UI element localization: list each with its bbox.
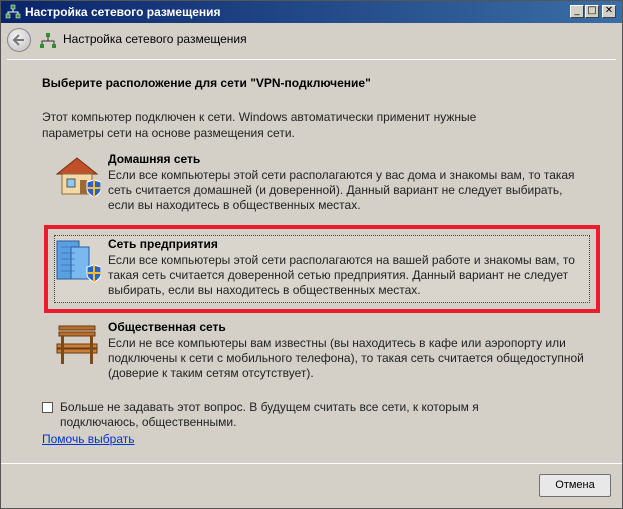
cancel-button[interactable]: Отмена — [539, 474, 611, 497]
help-me-choose-link[interactable]: Помочь выбрать — [42, 432, 135, 446]
footer-divider — [1, 463, 622, 464]
option-description: Если все компьютеры этой сети располагаю… — [108, 253, 575, 297]
network-icon — [39, 32, 57, 54]
back-arrow-icon — [12, 34, 24, 46]
network-location-window: Настройка сетевого размещения _ □ ✕ Наст… — [0, 0, 623, 509]
nav-title: Настройка сетевого размещения — [63, 32, 247, 46]
option-home-network[interactable]: Домашняя сеть Если все компьютеры этой с… — [53, 152, 593, 212]
close-button[interactable]: ✕ — [602, 5, 616, 18]
option-title: Общественная сеть — [108, 320, 226, 334]
bench-icon — [53, 320, 101, 372]
option-description: Если не все компьютеры вам известны (вы … — [108, 336, 584, 380]
dont-ask-again-checkbox[interactable] — [42, 402, 53, 413]
nav-bar: Настройка сетевого размещения — [1, 23, 622, 59]
option-title: Домашняя сеть — [108, 152, 201, 166]
dont-ask-again-label[interactable]: Больше не задавать этот вопрос. В будуще… — [60, 400, 500, 430]
network-icon — [5, 4, 21, 24]
option-public-network[interactable]: Общественная сеть Если не все компьютеры… — [53, 320, 593, 380]
title-bar[interactable]: Настройка сетевого размещения _ □ ✕ — [1, 1, 622, 23]
window-title: Настройка сетевого размещения — [25, 5, 221, 19]
intro-text: Этот компьютер подключен к сети. Windows… — [42, 110, 477, 140]
maximize-button[interactable]: □ — [585, 5, 599, 18]
option-work-network[interactable]: Сеть предприятия Если все компьютеры это… — [53, 237, 593, 297]
main-content: Выберите расположение для сети "VPN-подк… — [7, 59, 616, 461]
house-icon — [53, 152, 102, 204]
back-button[interactable] — [7, 28, 31, 52]
minimize-button[interactable]: _ — [570, 5, 584, 18]
option-description: Если все компьютеры этой сети располагаю… — [108, 168, 575, 212]
option-title: Сеть предприятия — [108, 237, 218, 251]
page-heading: Выберите расположение для сети "VPN-подк… — [42, 76, 371, 90]
office-building-icon — [53, 237, 102, 289]
